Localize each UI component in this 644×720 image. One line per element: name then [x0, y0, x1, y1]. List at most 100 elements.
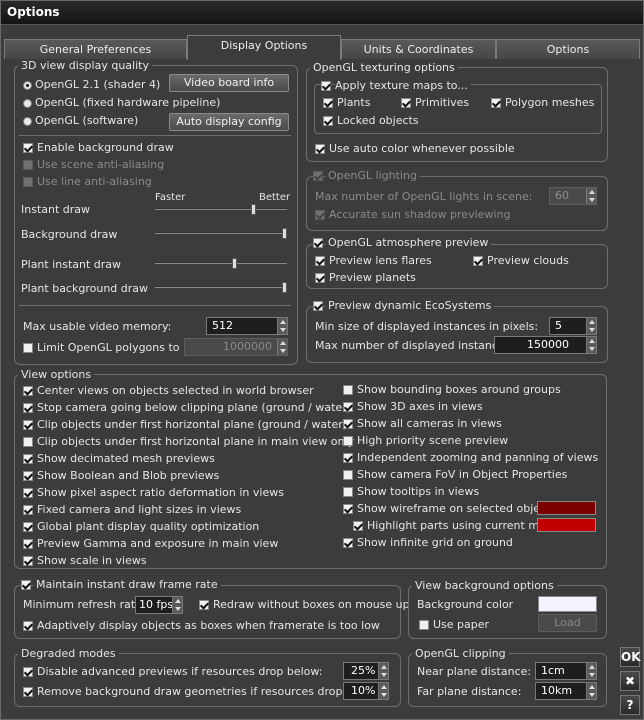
limit-polygons-checkbox[interactable] [23, 343, 33, 353]
maintain-framerate-checkbox[interactable] [21, 580, 31, 590]
primitives-checkbox[interactable] [401, 98, 411, 108]
view-options-title: View options [18, 368, 95, 381]
opengl-shader-radio[interactable] [23, 81, 32, 90]
decimated-mesh-label: Show decimated mesh previews [37, 452, 215, 465]
decimated-mesh-checkbox[interactable] [23, 454, 33, 464]
tab-display-options[interactable]: Display Options [187, 35, 341, 60]
clouds-checkbox[interactable] [473, 256, 483, 266]
max-video-memory-input[interactable]: 512 [206, 317, 288, 335]
max-lights-input[interactable]: 60 [549, 187, 597, 205]
spin-arrows[interactable] [378, 683, 388, 699]
show-scale-checkbox[interactable] [23, 556, 33, 566]
pixel-aspect-checkbox[interactable] [23, 488, 33, 498]
tab-general-preferences[interactable]: General Preferences [4, 39, 187, 59]
independent-zoom-label: Independent zooming and panning of views [357, 451, 599, 464]
spin-arrows[interactable] [586, 663, 596, 679]
spin-arrows[interactable] [277, 318, 287, 334]
stop-camera-checkbox[interactable] [23, 403, 33, 413]
all-cameras-checkbox[interactable] [343, 419, 353, 429]
background-color-swatch[interactable] [538, 596, 597, 612]
plant-instant-draw-slider[interactable] [155, 258, 287, 269]
apply-texture-checkbox[interactable] [321, 81, 331, 91]
min-size-input[interactable]: 5 [549, 317, 597, 335]
redraw-without-boxes-checkbox[interactable] [199, 600, 209, 610]
spin-arrows[interactable] [586, 337, 596, 353]
scene-antialias-checkbox[interactable] [23, 160, 33, 170]
highlight-parts-checkbox[interactable] [353, 521, 363, 531]
spin-arrows[interactable] [277, 339, 287, 355]
remove-background-checkbox[interactable] [23, 687, 33, 697]
far-plane-input[interactable]: 10km [535, 682, 597, 700]
polygon-meshes-label: Polygon meshes [505, 96, 595, 109]
tab-options[interactable]: Options [496, 39, 640, 59]
min-refresh-input[interactable]: 10 fps [135, 596, 183, 614]
limit-polygons-input[interactable]: 1000000 [184, 338, 288, 356]
use-paper-checkbox[interactable] [419, 620, 429, 630]
opengl-software-radio[interactable] [23, 117, 32, 126]
plant-quality-checkbox[interactable] [23, 522, 33, 532]
wireframe-color-swatch[interactable] [537, 501, 596, 515]
disable-advanced-input[interactable]: 25% [343, 662, 389, 680]
ok-button[interactable]: OK [620, 647, 641, 667]
background-draw-slider[interactable] [155, 228, 287, 239]
load-button[interactable]: Load [538, 614, 597, 632]
clip-main-view-checkbox[interactable] [23, 437, 33, 447]
slider-thumb[interactable] [232, 258, 237, 269]
disable-advanced-checkbox[interactable] [23, 667, 33, 677]
locked-objects-checkbox[interactable] [323, 116, 333, 126]
atmosphere-preview-checkbox[interactable] [313, 238, 323, 248]
adaptive-boxes-checkbox[interactable] [23, 621, 33, 631]
enable-background-draw-checkbox[interactable] [23, 143, 33, 153]
near-plane-label: Near plane distance: [417, 665, 532, 678]
3d-axes-checkbox[interactable] [343, 402, 353, 412]
polygon-meshes-checkbox[interactable] [491, 98, 501, 108]
planets-checkbox[interactable] [315, 273, 325, 283]
plant-background-draw-label: Plant background draw [21, 282, 149, 295]
slider-thumb[interactable] [282, 282, 287, 293]
opengl-fixed-radio[interactable] [23, 99, 32, 108]
tooltips-checkbox[interactable] [343, 487, 353, 497]
background-draw-label: Background draw [21, 228, 118, 241]
opengl-lighting-checkbox[interactable] [313, 171, 323, 181]
opengl-shader-label: OpenGL 2.1 (shader 4) [35, 78, 161, 91]
close-icon[interactable]: ✖ [620, 671, 640, 691]
preview-gamma-checkbox[interactable] [23, 539, 33, 549]
line-antialias-checkbox[interactable] [23, 177, 33, 187]
sun-shadow-checkbox[interactable] [315, 210, 325, 220]
max-instances-input[interactable]: 150000 [494, 336, 597, 354]
slider-thumb[interactable] [282, 228, 287, 239]
bounding-boxes-checkbox[interactable] [343, 385, 353, 395]
auto-display-config-button[interactable]: Auto display config [169, 113, 289, 131]
highlight-color-swatch[interactable] [537, 518, 596, 532]
instant-draw-slider[interactable] [155, 204, 287, 215]
remove-background-input[interactable]: 10% [343, 682, 389, 700]
divider [19, 305, 291, 306]
camera-fov-checkbox[interactable] [343, 470, 353, 480]
high-priority-checkbox[interactable] [343, 436, 353, 446]
fixed-camera-light-checkbox[interactable] [23, 505, 33, 515]
wireframe-selected-checkbox[interactable] [343, 504, 353, 514]
slider-thumb[interactable] [251, 204, 256, 215]
near-plane-value: 1cm [541, 664, 565, 677]
spin-arrows[interactable] [378, 663, 388, 679]
help-icon[interactable]: ? [620, 695, 640, 715]
video-board-info-button[interactable]: Video board info [169, 74, 289, 92]
spin-arrows[interactable] [586, 318, 596, 334]
spin-arrows[interactable] [586, 188, 596, 204]
clip-objects-checkbox[interactable] [23, 420, 33, 430]
wireframe-selected-label: Show wireframe on selected objects [357, 502, 557, 515]
plants-checkbox[interactable] [323, 98, 333, 108]
infinite-grid-checkbox[interactable] [343, 538, 353, 548]
auto-color-checkbox[interactable] [315, 144, 325, 154]
opengl-clipping-title: OpenGL clipping [412, 647, 509, 660]
boolean-blob-checkbox[interactable] [23, 471, 33, 481]
spin-arrows[interactable] [586, 683, 596, 699]
tab-units-coordinates[interactable]: Units & Coordinates [341, 39, 496, 59]
spin-arrows[interactable] [172, 597, 182, 613]
near-plane-input[interactable]: 1cm [535, 662, 597, 680]
center-views-checkbox[interactable] [23, 386, 33, 396]
lens-flares-checkbox[interactable] [315, 256, 325, 266]
dynamic-ecosystems-checkbox[interactable] [313, 301, 323, 311]
plant-background-draw-slider[interactable] [155, 282, 287, 293]
independent-zoom-checkbox[interactable] [343, 453, 353, 463]
